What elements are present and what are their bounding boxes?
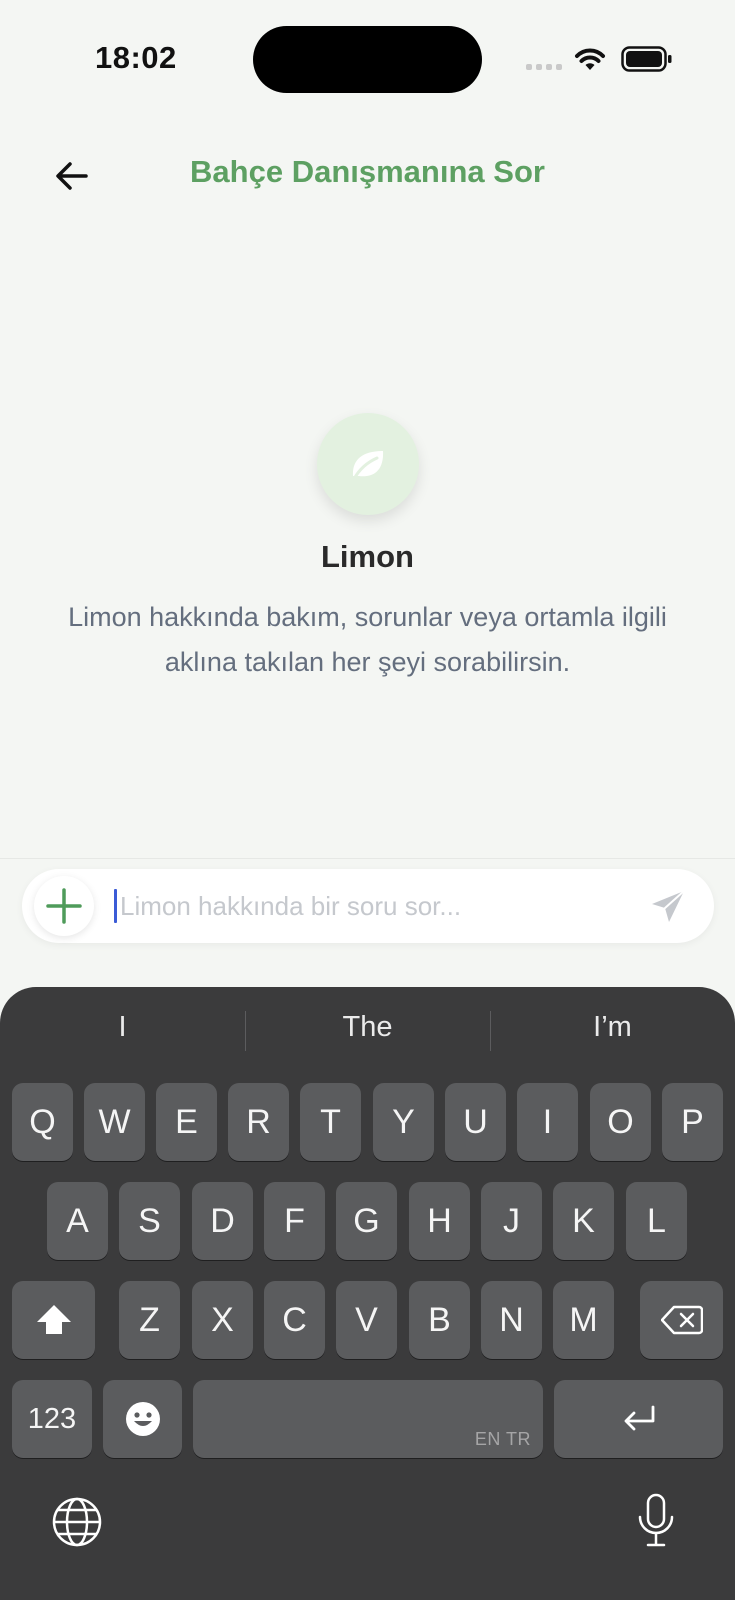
shift-icon xyxy=(36,1305,71,1334)
key[interactable]: I xyxy=(517,1083,578,1161)
key[interactable]: C xyxy=(264,1281,325,1359)
key[interactable]: O xyxy=(590,1083,651,1161)
key[interactable]: Z xyxy=(119,1281,180,1359)
key[interactable]: N xyxy=(481,1281,542,1359)
globe-icon[interactable] xyxy=(50,1495,104,1549)
key[interactable]: E xyxy=(156,1083,217,1161)
cellular-signal-icon xyxy=(526,64,562,70)
suggestion-bar: I The I’m xyxy=(0,987,735,1067)
suggestion-item[interactable]: The xyxy=(245,987,490,1067)
wifi-icon xyxy=(575,48,605,70)
key[interactable]: U xyxy=(445,1083,506,1161)
suggestion-item[interactable]: I xyxy=(0,987,245,1067)
status-bar: 18:02 xyxy=(0,0,735,120)
leaf-icon xyxy=(352,451,384,481)
suggestion-item[interactable]: I’m xyxy=(490,987,735,1067)
emoji-key[interactable] xyxy=(103,1380,182,1458)
return-key[interactable] xyxy=(554,1380,723,1458)
key[interactable]: X xyxy=(192,1281,253,1359)
plant-description: Limon hakkında bakım, sorunlar veya orta… xyxy=(68,602,667,677)
status-time: 18:02 xyxy=(95,40,177,75)
backspace-icon xyxy=(660,1305,703,1335)
key[interactable]: J xyxy=(481,1182,542,1260)
key[interactable]: P xyxy=(662,1083,723,1161)
key[interactable]: L xyxy=(626,1182,687,1260)
header: Bahçe Danışmanına Sor xyxy=(0,140,735,210)
battery-icon xyxy=(621,46,672,72)
plus-icon xyxy=(46,888,82,924)
plant-avatar xyxy=(317,413,419,515)
key[interactable]: T xyxy=(300,1083,361,1161)
key[interactable]: R xyxy=(228,1083,289,1161)
key[interactable]: Q xyxy=(12,1083,73,1161)
key[interactable]: W xyxy=(84,1083,145,1161)
emoji-icon xyxy=(125,1402,160,1436)
key[interactable]: H xyxy=(409,1182,470,1260)
dynamic-island xyxy=(253,26,482,93)
space-key[interactable]: EN TR xyxy=(193,1380,543,1458)
page-title: Bahçe Danışmanına Sor xyxy=(190,154,545,189)
message-input[interactable] xyxy=(120,883,620,929)
shift-key[interactable] xyxy=(12,1281,95,1359)
key[interactable]: K xyxy=(553,1182,614,1260)
key[interactable]: D xyxy=(192,1182,253,1260)
key[interactable]: B xyxy=(409,1281,470,1359)
key[interactable]: M xyxy=(553,1281,614,1359)
composer-divider xyxy=(0,858,735,859)
text-caret xyxy=(114,889,117,923)
plant-name: Limon xyxy=(321,539,414,574)
key[interactable]: G xyxy=(336,1182,397,1260)
key[interactable]: S xyxy=(119,1182,180,1260)
message-composer xyxy=(22,869,714,943)
backspace-key[interactable] xyxy=(640,1281,723,1359)
keyboard: I The I’m Q W E R T Y U I O P A S D F G … xyxy=(0,987,735,1600)
key[interactable]: V xyxy=(336,1281,397,1359)
keyboard-language-label: EN TR xyxy=(474,1429,531,1449)
microphone-icon[interactable] xyxy=(636,1493,676,1549)
key[interactable]: A xyxy=(47,1182,108,1260)
add-attachment-button[interactable] xyxy=(34,876,94,936)
send-icon[interactable] xyxy=(648,887,688,927)
numbers-key[interactable]: 123 xyxy=(12,1380,92,1458)
key[interactable]: Y xyxy=(373,1083,434,1161)
key[interactable]: F xyxy=(264,1182,325,1260)
return-icon xyxy=(624,1405,654,1431)
